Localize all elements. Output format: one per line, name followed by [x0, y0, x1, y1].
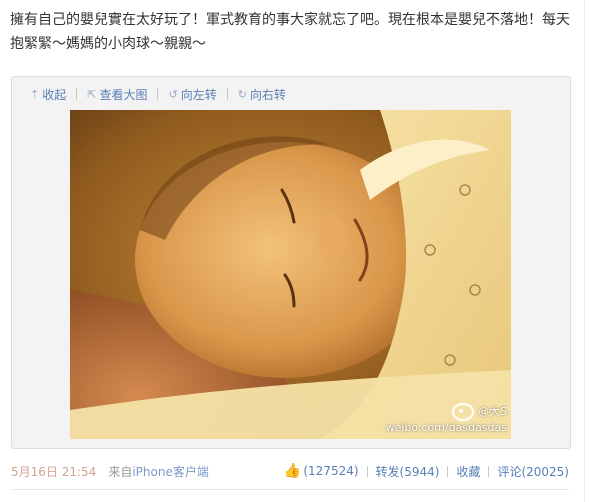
up-arrow-icon: ⇡ — [30, 87, 40, 101]
photo-watermark: @大S weibo.com/dasdasdas — [386, 403, 507, 435]
like-button[interactable]: 👍 (127524) — [284, 463, 359, 479]
rotate-right-icon: ↻ — [237, 87, 247, 101]
column-border — [584, 0, 585, 502]
collapse-button[interactable]: ⇡ 收起 — [30, 86, 66, 103]
repost-button[interactable]: 转发(5944) — [376, 463, 440, 480]
action-divider — [447, 465, 449, 477]
rotate-right-label: 向右转 — [249, 87, 286, 102]
post-footer: 5月16日 21:54 来自 iPhone客户端 👍 (127524) 转发(5… — [11, 462, 569, 480]
collapse-label: 收起 — [42, 87, 67, 102]
rotate-right-button[interactable]: ↻ 向右转 — [238, 86, 286, 103]
baby-photo[interactable]: @大S weibo.com/dasdasdas — [70, 110, 511, 439]
source-client-link[interactable]: iPhone客户端 — [132, 463, 209, 480]
baby-photo-art — [70, 110, 511, 439]
rotate-left-label: 向左转 — [180, 87, 217, 102]
toolbar-divider — [76, 88, 78, 100]
post-text: 擁有自己的嬰兒實在太好玩了！軍式教育的事大家就忘了吧。現在根本是嬰兒不落地！每天… — [10, 12, 570, 52]
media-box: ⇡ 收起 ⇱ 查看大图 ↺ 向左转 ↻ 向右转 @大S weibo.com/da… — [11, 76, 571, 449]
action-divider — [366, 465, 368, 477]
watermark-url: weibo.com/dasdasdas — [385, 421, 507, 434]
media-toolbar: ⇡ 收起 ⇱ 查看大图 ↺ 向左转 ↻ 向右转 — [30, 85, 286, 103]
post-actions: 👍 (127524) 转发(5944) 收藏 评论(20025) — [284, 462, 569, 480]
rotate-left-icon: ↺ — [168, 87, 178, 101]
view-large-button[interactable]: ⇱ 查看大图 — [87, 86, 147, 103]
action-divider — [488, 465, 490, 477]
external-link-icon: ⇱ — [87, 87, 97, 101]
toolbar-divider — [226, 88, 228, 100]
thumbs-up-icon: 👍 — [283, 463, 302, 479]
toolbar-divider — [157, 88, 159, 100]
post-divider — [11, 489, 569, 490]
source-label: 来自 — [108, 464, 133, 479]
rotate-left-button[interactable]: ↺ 向左转 — [168, 86, 216, 103]
watermark-user: @大S — [478, 405, 507, 418]
view-large-label: 查看大图 — [99, 87, 148, 102]
weibo-logo-icon — [452, 403, 475, 421]
post-time[interactable]: 5月16日 21:54 — [11, 463, 96, 480]
favorite-button[interactable]: 收藏 — [456, 463, 480, 480]
like-count: (127524) — [303, 464, 359, 478]
comment-button[interactable]: 评论(20025) — [497, 463, 569, 480]
